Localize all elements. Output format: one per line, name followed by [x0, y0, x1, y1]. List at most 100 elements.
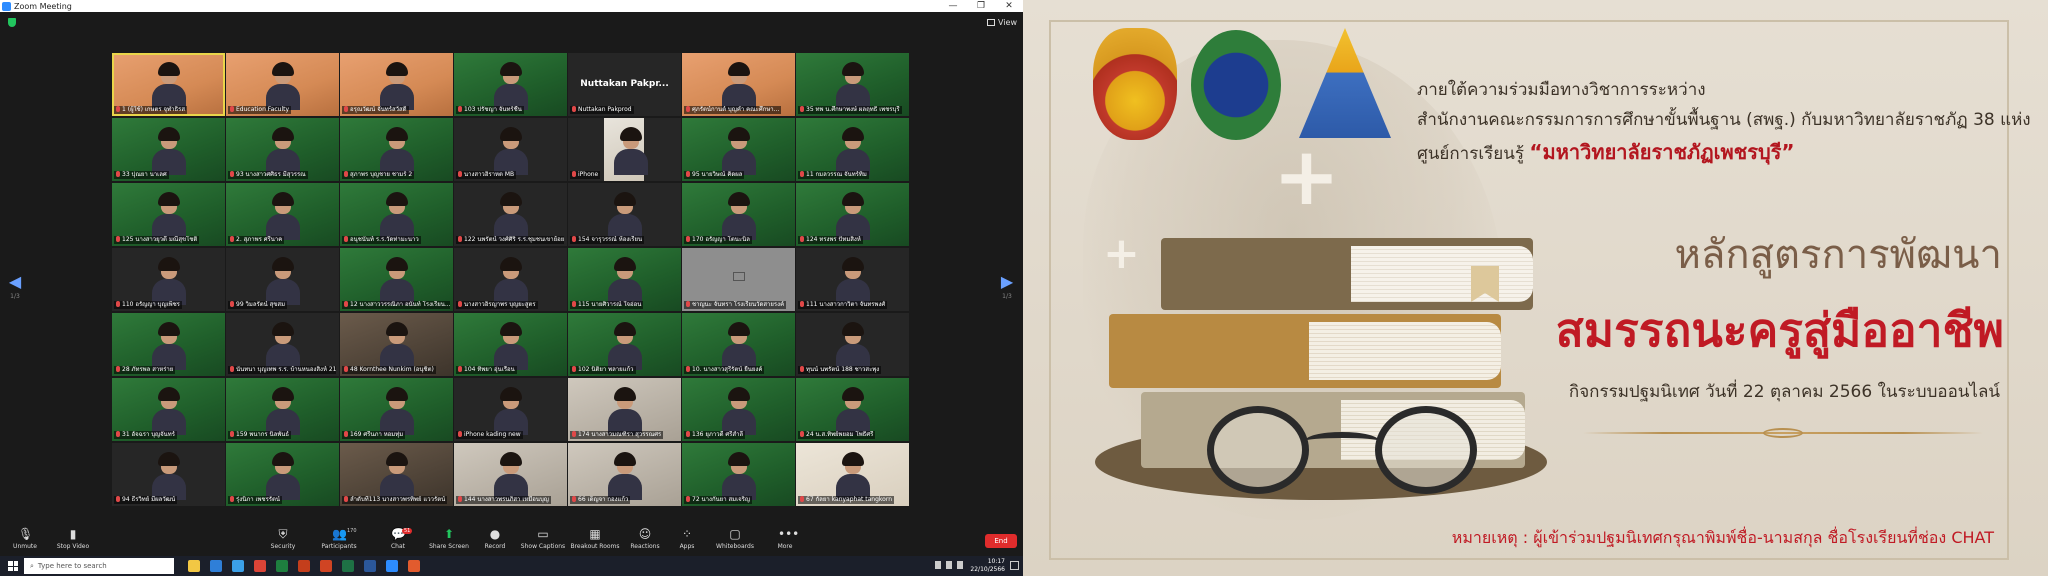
mic-muted-icon: [458, 301, 462, 307]
participant-tile[interactable]: อนุชนันท์ ร.ร.วัดท่ามะนาว: [340, 183, 453, 246]
view-button[interactable]: View: [987, 18, 1017, 27]
record-button[interactable]: ● Record: [470, 528, 520, 550]
participant-tile[interactable]: นันทนา บุญเทพ ร.ร. บ้านหนองสิงห์ 21: [226, 313, 339, 376]
participant-tile[interactable]: 115 นายศิวารณ์ ใจอ่อน: [568, 248, 681, 311]
participant-tile[interactable]: 154 จารุวรรณ์ ห้องเรียน: [568, 183, 681, 246]
whiteboards-button[interactable]: ▢ Whiteboards: [710, 528, 760, 550]
participant-video: [379, 387, 414, 435]
participant-tile[interactable]: 136 ยุภาวดี ศรีสำลี: [682, 378, 795, 441]
notification-icon[interactable]: [1010, 561, 1019, 570]
participant-tile[interactable]: 111 นางสาวกาวิตา จันทรพงศ์: [796, 248, 909, 311]
participant-tile[interactable]: 94 ธีรวิทย์ มีผลวัฒน์: [112, 443, 225, 506]
word-icon[interactable]: [364, 560, 376, 572]
participant-video: [151, 192, 186, 240]
participant-tile[interactable]: 10. นางสาวสุรีรัตน์ ยืนยงค์: [682, 313, 795, 376]
participant-tile[interactable]: 122 นพรัตน์ วงศ์ศิริ ร.ร.ชุมชนเขาย้อย: [454, 183, 567, 246]
participant-tile[interactable]: 2. สุภาพร ศรีนาค: [226, 183, 339, 246]
participant-name: 67 กัลยา kanyaphat tangkorn: [806, 496, 893, 503]
participant-tile[interactable]: 48 Kornthee Nunkim (อนุชิต): [340, 313, 453, 376]
participant-tile[interactable]: 104 ทิพยา อุ่นเรือน: [454, 313, 567, 376]
unmute-button[interactable]: 🎙 Unmute: [0, 528, 50, 550]
participant-tile[interactable]: 24 น.ส.ทิพย์พยอม โพธิ์ศรี: [796, 378, 909, 441]
show-captions-button[interactable]: ▭ Show Captions: [518, 528, 568, 550]
participant-tile[interactable]: ทุนน์ นพรัตน์ 188 ชาวสะพุง: [796, 313, 909, 376]
maximize-button[interactable]: ❐: [967, 0, 995, 12]
excel-icon[interactable]: [342, 560, 354, 572]
participant-tile[interactable]: 67 กัลยา kanyaphat tangkorn: [796, 443, 909, 506]
participant-tile[interactable]: 125 นางสาวยุวดี มณีสุขโชติ: [112, 183, 225, 246]
end-meeting-button[interactable]: End: [985, 534, 1017, 548]
participant-tile[interactable]: 72 นางกันยา สมเจริญ: [682, 443, 795, 506]
powerpoint-icon[interactable]: [298, 560, 310, 572]
participant-tile[interactable]: 31 อัจฉรา บุญจันทร์: [112, 378, 225, 441]
chat-button[interactable]: 💬 51 Chat: [373, 528, 423, 550]
breakout-rooms-button[interactable]: ▦ Breakout Rooms: [570, 528, 620, 550]
tray-network-icon[interactable]: [935, 561, 941, 569]
security-shield-icon[interactable]: [8, 18, 16, 27]
participant-tile[interactable]: Education Faculty: [226, 53, 339, 116]
participant-tile[interactable]: นางสาวอิรญาพร บุญยะสูตร: [454, 248, 567, 311]
participant-video: [835, 62, 870, 110]
participant-tile[interactable]: 110 อรัญญา บุญเพ็ชร: [112, 248, 225, 311]
participant-tile[interactable]: 11 กมลวรรณ จันทร์ทิม: [796, 118, 909, 181]
line-app-icon[interactable]: [276, 560, 288, 572]
participant-name: iPhone: [578, 171, 599, 178]
record-label: Record: [484, 543, 506, 550]
participant-tile[interactable]: 99 วิมลรัตน์ สุขสม: [226, 248, 339, 311]
participant-tile[interactable]: 93 นางสาวศศิธร มีสุวรรณ: [226, 118, 339, 181]
participant-name: 122 นพรัตน์ วงศ์ศิริ ร.ร.ชุมชนเขาย้อย: [464, 236, 564, 243]
firefox-icon[interactable]: [408, 560, 420, 572]
participant-tile[interactable]: 170 อรัญญา โตนะนิล: [682, 183, 795, 246]
participant-tile[interactable]: นางสาวฮิราหต MB: [454, 118, 567, 181]
participant-video: [493, 257, 528, 305]
participant-tile[interactable]: 12 นางสาววรรณิภา อนันท์ โรงเรียน...: [340, 248, 453, 311]
participant-tile[interactable]: 174 นางสาวมณฑิรา สุวรรณศร: [568, 378, 681, 441]
prev-page-button[interactable]: ◀ 1/3: [6, 272, 24, 300]
file-explorer-icon[interactable]: [188, 560, 200, 572]
share-screen-button[interactable]: ⬆ Share Screen: [424, 528, 474, 550]
mic-muted-icon: [116, 171, 120, 177]
participant-tile[interactable]: 95 นายวิษณ์ คิดผล: [682, 118, 795, 181]
participant-tile[interactable]: ชาญนะ จันทรา โรงเรียนวัดสายรงค์: [682, 248, 795, 311]
participant-name-label: 11 กมลวรรณ จันทร์ทิม: [798, 171, 869, 179]
participant-tile[interactable]: Nuttakan Pakpr... Nuttakan Pakprod: [568, 53, 681, 116]
apps-button[interactable]: ⁘ Apps: [662, 528, 712, 550]
participant-tile[interactable]: 33 ปุณยา นาเลศ: [112, 118, 225, 181]
participant-tile[interactable]: 103 ปรัชญา จันทร์ชื่น: [454, 53, 567, 116]
participant-tile[interactable]: 66 เด็ญจา กองแก้ว: [568, 443, 681, 506]
participant-tile[interactable]: 102 นิติยา พลายแก้ว: [568, 313, 681, 376]
participant-tile[interactable]: 144 นางสาวพรนภิสา เหมือนบุญ: [454, 443, 567, 506]
participant-tile[interactable]: 1 (ผู้ใช้) เกษตร จุฬาธิรส: [112, 53, 225, 116]
participant-tile[interactable]: 28 ภัทรพล สาหร่าย: [112, 313, 225, 376]
chrome-icon[interactable]: [254, 560, 266, 572]
participants-button[interactable]: 👥 170 Participants: [314, 528, 364, 550]
more-button[interactable]: ••• More: [760, 528, 810, 550]
tray-volume-icon[interactable]: [946, 561, 952, 569]
participant-tile[interactable]: 124 ทรงพร ปัทมสิงห์: [796, 183, 909, 246]
next-page-button[interactable]: ▶ 1/3: [998, 272, 1016, 300]
stop-video-button[interactable]: ▮ Stop Video: [48, 528, 98, 550]
mail-icon[interactable]: [210, 560, 222, 572]
participant-tile[interactable]: 159 พนากร นิลพันธ์: [226, 378, 339, 441]
security-button[interactable]: ⛨ Security: [258, 528, 308, 550]
taskbar-clock[interactable]: 10:17 22/10/2566: [970, 558, 1005, 574]
participant-tile[interactable]: อรุณวัฒน์ จันทร์สวัสดิ์: [340, 53, 453, 116]
minimize-button[interactable]: —: [939, 0, 967, 12]
participant-tile[interactable]: 169 ศรีนภา หอมทุ่ม: [340, 378, 453, 441]
participant-tile[interactable]: รุ่งนิภา เพชรรัตน์: [226, 443, 339, 506]
participant-tile[interactable]: ศุภรัตน์กานต์ บุญคำ คณะศึกษา...: [682, 53, 795, 116]
windows-start-icon[interactable]: [8, 561, 18, 571]
participant-tile[interactable]: 35 ทพ น.ศึกษาพงษ์ ผลฤทธิ์ เพชรบุรี: [796, 53, 909, 116]
edge-icon[interactable]: [232, 560, 244, 572]
participant-tile[interactable]: iPhone kading new: [454, 378, 567, 441]
app-icon[interactable]: [320, 560, 332, 572]
participant-tile[interactable]: iPhone: [568, 118, 681, 181]
zoom-taskbar-icon[interactable]: [386, 560, 398, 572]
participant-video: [613, 127, 648, 175]
participant-tile[interactable]: สุภาพร บุญชาย ชามร์ 2: [340, 118, 453, 181]
participant-tile[interactable]: ลำดับที่113 นางสาวพรทิพย์ แววรัตน์: [340, 443, 453, 506]
mic-muted-icon: [116, 236, 120, 242]
taskbar-search-box[interactable]: ⌕ Type here to search: [24, 558, 174, 574]
close-button[interactable]: ✕: [995, 0, 1023, 12]
tray-language-icon[interactable]: [957, 561, 963, 569]
